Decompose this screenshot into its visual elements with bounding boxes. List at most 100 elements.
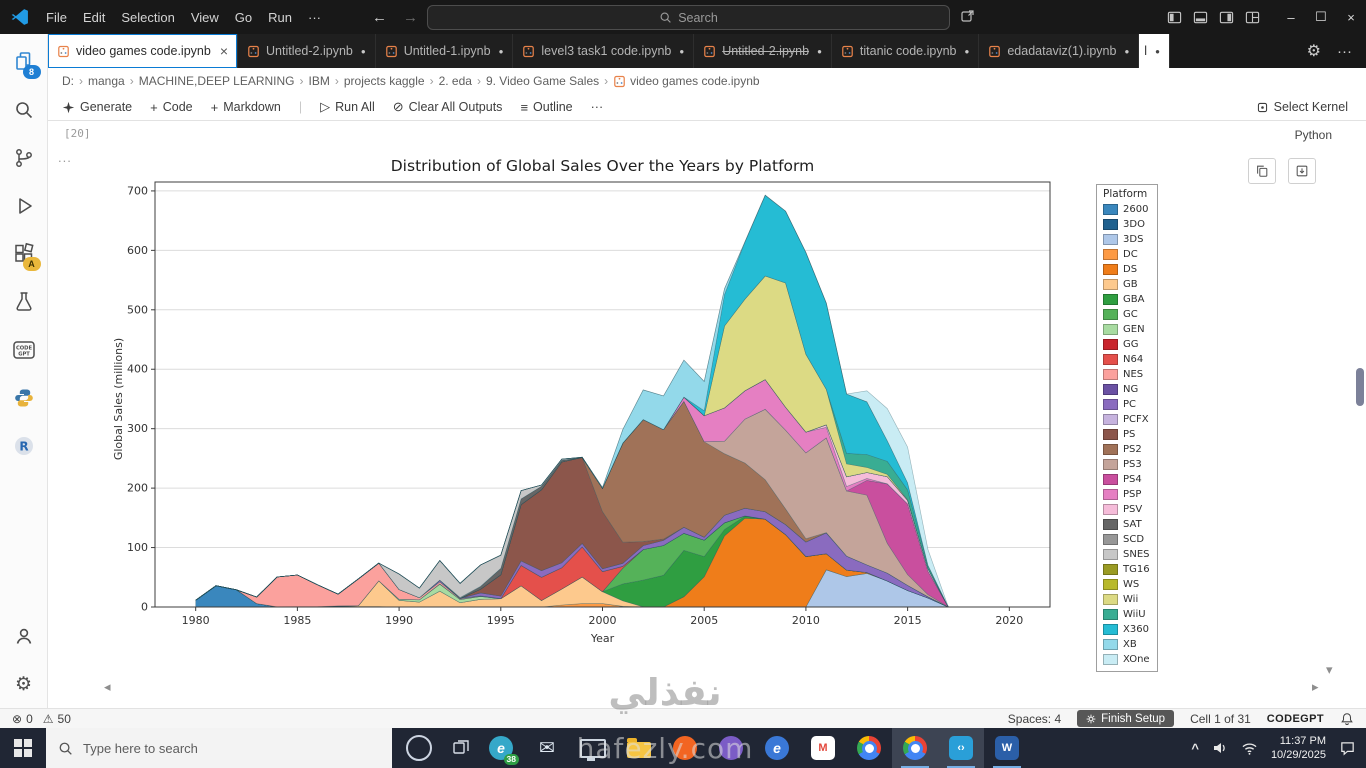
taskbar-app-vscode[interactable]: ‹› bbox=[938, 728, 984, 768]
run-all-button[interactable]: ▷ Run All bbox=[320, 99, 375, 115]
clear-all-outputs-button[interactable]: ⊘ Clear All Outputs bbox=[393, 99, 503, 115]
close-button[interactable]: × bbox=[1336, 0, 1366, 34]
explorer-button[interactable]: 8 bbox=[0, 38, 48, 86]
toggle-sidebar-icon[interactable] bbox=[1167, 10, 1182, 25]
breadcrumb-item-video-games-code-ipynb[interactable]: video games code.ipynb bbox=[613, 74, 760, 88]
menu-edit[interactable]: Edit bbox=[75, 7, 113, 28]
modified-dot-icon[interactable]: ● bbox=[1124, 47, 1129, 56]
menu-selection[interactable]: Selection bbox=[113, 7, 182, 28]
cell-overflow[interactable]: ... bbox=[58, 150, 72, 165]
chart-title: Distribution of Global Sales Over the Ye… bbox=[390, 157, 815, 175]
toggle-secondary-sidebar-icon[interactable] bbox=[1219, 10, 1234, 25]
finish-setup-button[interactable]: Finish Setup bbox=[1077, 710, 1175, 727]
toggle-panel-icon[interactable] bbox=[1193, 10, 1208, 25]
taskbar-app-mail[interactable]: ✉ bbox=[524, 728, 570, 768]
tab-l[interactable]: l ● bbox=[1139, 34, 1171, 68]
forward-arrow-icon[interactable]: → bbox=[403, 9, 418, 26]
modified-dot-icon[interactable]: ● bbox=[361, 47, 366, 56]
back-arrow-icon[interactable]: ← bbox=[372, 9, 387, 26]
modified-dot-icon[interactable]: ● bbox=[679, 47, 684, 56]
tab-untitled-2-ipynb[interactable]: Untitled-2.ipynb ● bbox=[694, 34, 832, 68]
r-extension-button[interactable]: R bbox=[0, 422, 48, 470]
maximize-button[interactable]: ☐ bbox=[1306, 0, 1336, 34]
customize-layout-icon[interactable] bbox=[1245, 10, 1260, 25]
legend-swatch bbox=[1103, 609, 1118, 620]
taskbar-app-gmail[interactable]: M bbox=[800, 728, 846, 768]
modified-dot-icon[interactable]: ● bbox=[1155, 47, 1160, 56]
cortana-icon[interactable] bbox=[406, 735, 432, 761]
breadcrumb-item-2-eda[interactable]: 2. eda bbox=[439, 74, 472, 88]
more-actions-icon[interactable]: ··· bbox=[1337, 43, 1352, 60]
taskbar-app-explorer[interactable] bbox=[616, 728, 662, 768]
menu-file[interactable]: File bbox=[38, 7, 75, 28]
python-extension-button[interactable] bbox=[0, 374, 48, 422]
select-kernel-button[interactable]: Select Kernel bbox=[1256, 100, 1348, 114]
notifications-bell-icon[interactable] bbox=[1340, 712, 1354, 726]
task-view-button[interactable] bbox=[444, 728, 478, 768]
indentation-indicator[interactable]: Spaces: 4 bbox=[1008, 712, 1061, 726]
menu-go[interactable]: Go bbox=[227, 7, 260, 28]
add-markdown-cell-button[interactable]: + Markdown bbox=[211, 100, 281, 115]
modified-dot-icon[interactable]: ● bbox=[817, 47, 822, 56]
taskbar-app-chrome-2[interactable] bbox=[892, 728, 938, 768]
tab-edadataviz-1-ipynb[interactable]: edadataviz(1).ipynb ● bbox=[979, 34, 1140, 68]
toolbar-more-button[interactable]: ··· bbox=[591, 100, 604, 114]
testing-button[interactable] bbox=[0, 278, 48, 326]
scroll-left-icon[interactable]: ◂ bbox=[104, 679, 111, 695]
tab-untitled-1-ipynb[interactable]: Untitled-1.ipynb ● bbox=[375, 34, 514, 68]
command-center-search[interactable]: Search bbox=[427, 5, 950, 30]
source-control-button[interactable] bbox=[0, 134, 48, 182]
codegpt-status[interactable]: CODEGPT bbox=[1267, 713, 1324, 725]
taskbar-app-edge[interactable]: e 38 bbox=[478, 728, 524, 768]
accounts-button[interactable] bbox=[0, 612, 48, 660]
cell-position-indicator[interactable]: Cell 1 of 31 bbox=[1190, 712, 1251, 726]
breadcrumb-item-machine-deep-learning[interactable]: MACHINE,DEEP LEARNING bbox=[139, 74, 295, 88]
add-code-cell-button[interactable]: + Code bbox=[150, 100, 192, 115]
menu-overflow[interactable]: ··· bbox=[300, 7, 329, 28]
new-window-icon[interactable] bbox=[960, 8, 976, 29]
taskbar-app-firefox[interactable] bbox=[662, 728, 708, 768]
cell-language-picker[interactable]: Python bbox=[1295, 128, 1332, 142]
taskbar-clock[interactable]: 11:37 PM 10/29/2025 bbox=[1271, 734, 1326, 763]
tab-settings-gear-icon[interactable]: ⚙ bbox=[1307, 41, 1321, 61]
modified-dot-icon[interactable]: ● bbox=[499, 47, 504, 56]
taskbar-app-chrome[interactable] bbox=[846, 728, 892, 768]
save-output-button[interactable] bbox=[1288, 158, 1316, 184]
tab-untitled-2-ipynb[interactable]: Untitled-2.ipynb ● bbox=[238, 34, 376, 68]
run-debug-button[interactable] bbox=[0, 182, 48, 230]
start-button[interactable] bbox=[0, 728, 46, 768]
taskbar-app-word[interactable]: W bbox=[984, 728, 1030, 768]
speaker-icon[interactable] bbox=[1212, 740, 1228, 756]
breadcrumb-item-d[interactable]: D: bbox=[62, 74, 74, 88]
scroll-right-icon[interactable]: ▸ bbox=[1312, 679, 1319, 695]
scroll-down-icon[interactable]: ▾ bbox=[1326, 662, 1333, 678]
menu-view[interactable]: View bbox=[183, 7, 227, 28]
breadcrumb-item-projects-kaggle[interactable]: projects kaggle bbox=[344, 74, 425, 88]
tab-titanic-code-ipynb[interactable]: titanic code.ipynb ● bbox=[831, 34, 980, 68]
taskbar-app-display[interactable] bbox=[570, 728, 616, 768]
breadcrumb-item-ibm[interactable]: IBM bbox=[309, 74, 330, 88]
taskbar-search[interactable]: Type here to search bbox=[46, 728, 392, 768]
tray-expand-icon[interactable]: ^ bbox=[1191, 741, 1199, 756]
minimize-button[interactable]: – bbox=[1276, 0, 1306, 34]
codegpt-button[interactable]: CODE GPT bbox=[0, 326, 48, 374]
generate-button[interactable]: Generate bbox=[62, 100, 132, 114]
breadcrumb-item-9-video-game-sales[interactable]: 9. Video Game Sales bbox=[486, 74, 599, 88]
close-tab-icon[interactable]: × bbox=[220, 43, 228, 59]
taskbar-app-edge-blue[interactable]: e bbox=[754, 728, 800, 768]
outline-button[interactable]: ≡ Outline bbox=[520, 100, 572, 115]
search-button[interactable] bbox=[0, 86, 48, 134]
menu-run[interactable]: Run bbox=[260, 7, 300, 28]
taskbar-app-app-purple[interactable] bbox=[708, 728, 754, 768]
settings-button[interactable]: ⚙ bbox=[0, 660, 48, 708]
tab-level3-task1-code-ipynb[interactable]: level3 task1 code.ipynb ● bbox=[513, 34, 695, 68]
network-icon[interactable] bbox=[1241, 741, 1258, 756]
vertical-scrollbar-thumb[interactable] bbox=[1356, 368, 1364, 406]
extensions-button[interactable]: A bbox=[0, 230, 48, 278]
breadcrumb-item-manga[interactable]: manga bbox=[88, 74, 125, 88]
action-center-icon[interactable] bbox=[1339, 740, 1356, 757]
copy-output-button[interactable] bbox=[1248, 158, 1276, 184]
problems-indicator[interactable]: ⊗ 0 ⚠ 50 bbox=[12, 712, 71, 726]
modified-dot-icon[interactable]: ● bbox=[965, 47, 970, 56]
tab-video-games-code-ipynb[interactable]: video games code.ipynb × bbox=[48, 34, 238, 68]
